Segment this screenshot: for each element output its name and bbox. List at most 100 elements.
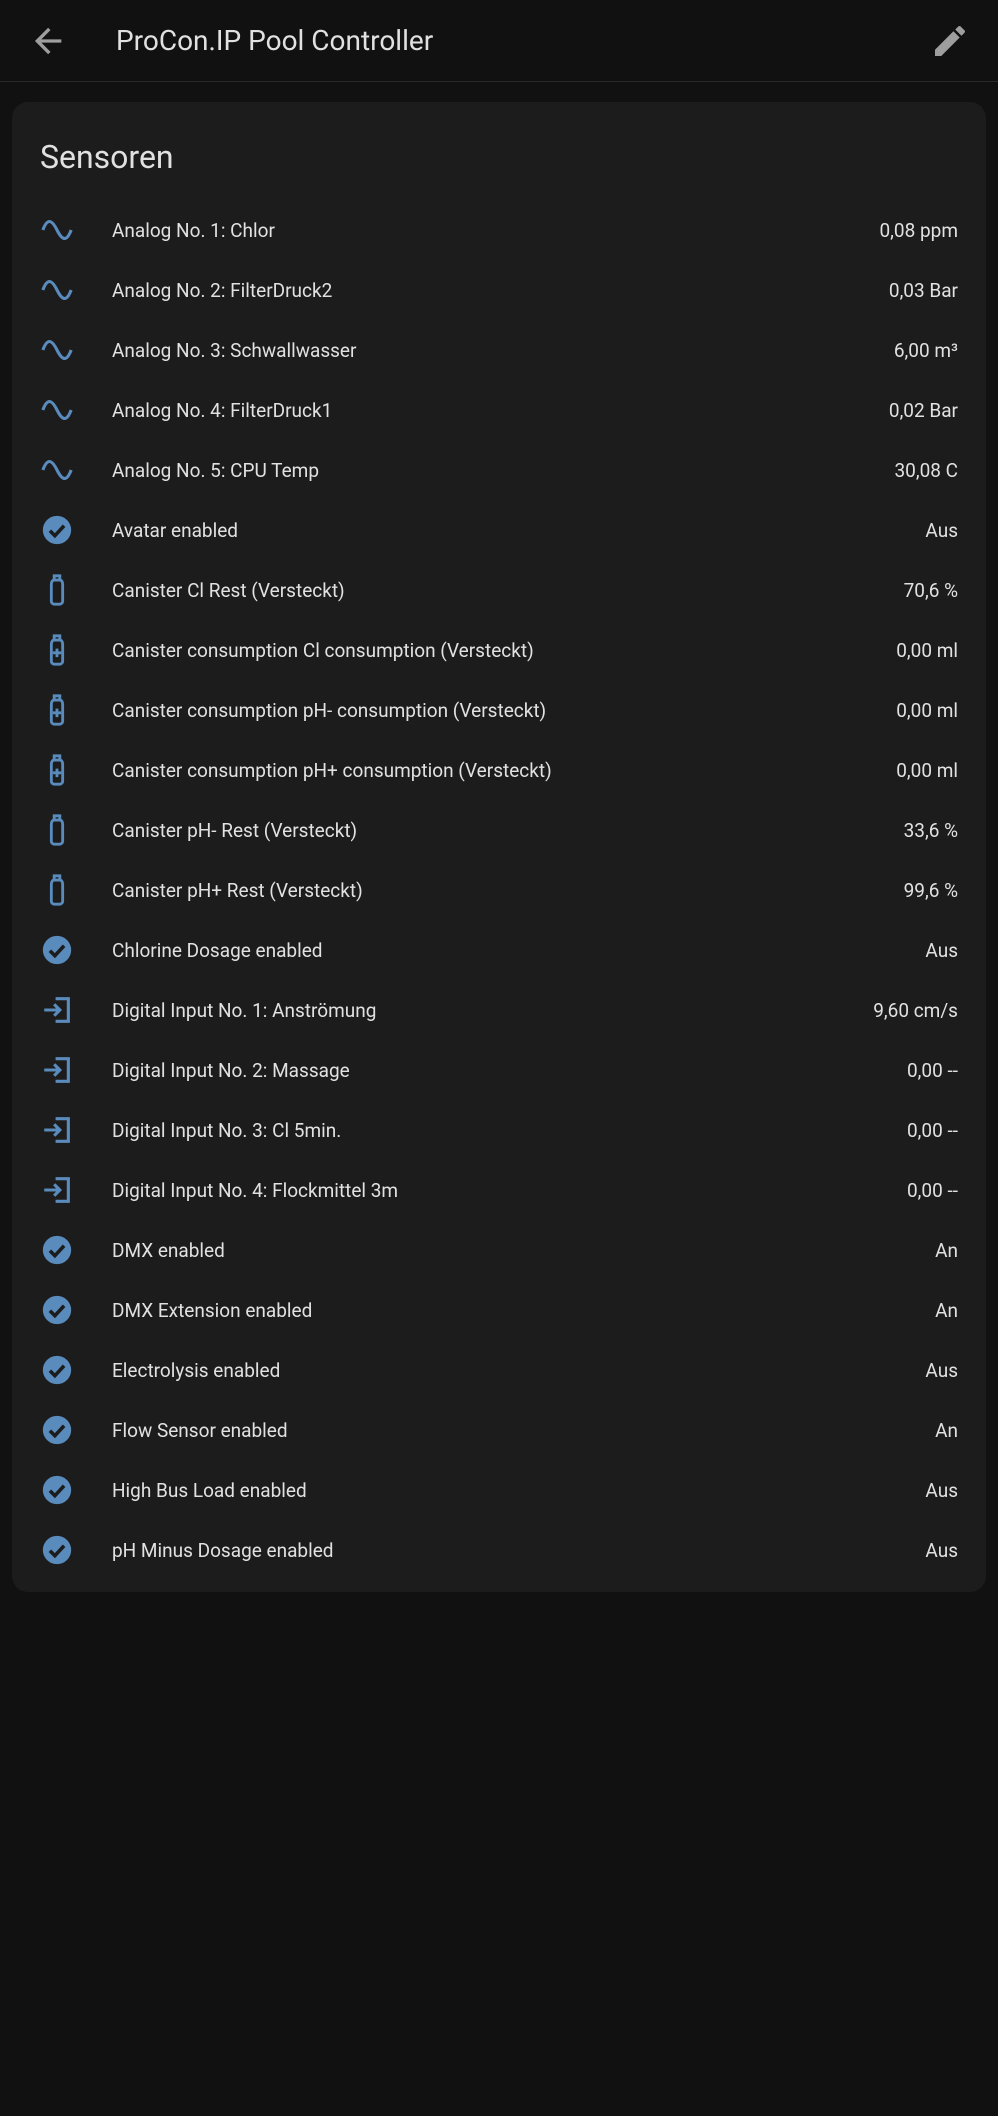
sensor-row[interactable]: Analog No. 2: FilterDruck2 0,03 Bar xyxy=(12,260,986,320)
card-title: Sensoren xyxy=(12,126,986,200)
bottle-icon xyxy=(40,573,74,607)
sensor-value: 9,60 cm/s xyxy=(873,999,958,1022)
sensor-value: 0,03 Bar xyxy=(889,279,958,302)
sensor-value: 0,00 ml xyxy=(896,639,958,662)
bottle-plus-icon xyxy=(40,693,74,727)
sensor-label: Canister consumption pH+ consumption (Ve… xyxy=(112,759,880,782)
sensor-label: Canister Cl Rest (Versteckt) xyxy=(112,579,888,602)
sine-icon xyxy=(40,273,74,307)
bottle-plus-icon xyxy=(40,753,74,787)
sensor-row[interactable]: Canister Cl Rest (Versteckt) 70,6 % xyxy=(12,560,986,620)
sensor-row[interactable]: High Bus Load enabled Aus xyxy=(12,1460,986,1520)
back-button[interactable] xyxy=(28,21,68,61)
sensor-value: 0,00 -- xyxy=(907,1119,958,1142)
sine-icon xyxy=(40,393,74,427)
input-icon xyxy=(40,1053,74,1087)
sensor-value: Aus xyxy=(925,519,958,542)
bottle-icon xyxy=(40,873,74,907)
sensor-row[interactable]: Flow Sensor enabled An xyxy=(12,1400,986,1460)
app-header: ProCon.IP Pool Controller xyxy=(0,0,998,82)
sensor-value: Aus xyxy=(925,1539,958,1562)
check-icon xyxy=(40,1233,74,1267)
sensor-row[interactable]: Analog No. 1: Chlor 0,08 ppm xyxy=(12,200,986,260)
sensor-label: High Bus Load enabled xyxy=(112,1479,909,1502)
sensor-value: 0,00 -- xyxy=(907,1179,958,1202)
sensor-value: 0,00 -- xyxy=(907,1059,958,1082)
sensor-label: Digital Input No. 4: Flockmittel 3m xyxy=(112,1179,891,1202)
page-title: ProCon.IP Pool Controller xyxy=(116,24,930,57)
sensor-row[interactable]: Canister consumption pH- consumption (Ve… xyxy=(12,680,986,740)
sensor-row[interactable]: Analog No. 3: Schwallwasser 6,00 m³ xyxy=(12,320,986,380)
check-icon xyxy=(40,513,74,547)
sensor-value: 30,08 C xyxy=(894,459,958,482)
sensor-value: Aus xyxy=(925,1479,958,1502)
sine-icon xyxy=(40,453,74,487)
sensor-row[interactable]: Analog No. 4: FilterDruck1 0,02 Bar xyxy=(12,380,986,440)
sensor-label: pH Minus Dosage enabled xyxy=(112,1539,909,1562)
sensor-label: Digital Input No. 2: Massage xyxy=(112,1059,891,1082)
check-icon xyxy=(40,933,74,967)
sensor-label: Analog No. 1: Chlor xyxy=(112,219,864,242)
edit-button[interactable] xyxy=(930,21,970,61)
sensor-value: 0,02 Bar xyxy=(889,399,958,422)
sensor-label: Flow Sensor enabled xyxy=(112,1419,919,1442)
sensor-row[interactable]: DMX enabled An xyxy=(12,1220,986,1280)
sensor-row[interactable]: Digital Input No. 2: Massage 0,00 -- xyxy=(12,1040,986,1100)
sensor-value: 0,08 ppm xyxy=(880,219,959,242)
sensor-label: Canister consumption Cl consumption (Ver… xyxy=(112,639,880,662)
bottle-icon xyxy=(40,813,74,847)
sensor-value: An xyxy=(935,1239,958,1262)
sensor-value: 0,00 ml xyxy=(896,699,958,722)
sensor-row[interactable]: Canister pH- Rest (Versteckt) 33,6 % xyxy=(12,800,986,860)
sensor-label: Analog No. 5: CPU Temp xyxy=(112,459,878,482)
pencil-icon xyxy=(930,21,970,61)
sensor-value: An xyxy=(935,1419,958,1442)
sensor-row[interactable]: Analog No. 5: CPU Temp 30,08 C xyxy=(12,440,986,500)
sensor-row[interactable]: Avatar enabled Aus xyxy=(12,500,986,560)
sensor-label: DMX Extension enabled xyxy=(112,1299,919,1322)
sensor-value: An xyxy=(935,1299,958,1322)
sensor-label: Chlorine Dosage enabled xyxy=(112,939,909,962)
sensor-row[interactable]: Canister pH+ Rest (Versteckt) 99,6 % xyxy=(12,860,986,920)
check-icon xyxy=(40,1353,74,1387)
sensor-row[interactable]: Digital Input No. 3: Cl 5min. 0,00 -- xyxy=(12,1100,986,1160)
sensor-row[interactable]: Canister consumption pH+ consumption (Ve… xyxy=(12,740,986,800)
sine-icon xyxy=(40,213,74,247)
input-icon xyxy=(40,1113,74,1147)
sensor-row[interactable]: Chlorine Dosage enabled Aus xyxy=(12,920,986,980)
bottle-plus-icon xyxy=(40,633,74,667)
arrow-left-icon xyxy=(28,21,68,61)
sensor-label: Digital Input No. 1: Anströmung xyxy=(112,999,857,1022)
sensor-row[interactable]: pH Minus Dosage enabled Aus xyxy=(12,1520,986,1580)
sensors-card: Sensoren Analog No. 1: Chlor0,08 ppmAnal… xyxy=(12,102,986,1592)
sensor-row[interactable]: Electrolysis enabled Aus xyxy=(12,1340,986,1400)
check-icon xyxy=(40,1533,74,1567)
sensor-value: Aus xyxy=(925,1359,958,1382)
sensor-label: Canister consumption pH- consumption (Ve… xyxy=(112,699,880,722)
sensor-value: 6,00 m³ xyxy=(894,339,958,362)
sensor-value: 33,6 % xyxy=(904,819,958,842)
sensor-label: Analog No. 3: Schwallwasser xyxy=(112,339,878,362)
sensor-label: DMX enabled xyxy=(112,1239,919,1262)
sensor-row[interactable]: Canister consumption Cl consumption (Ver… xyxy=(12,620,986,680)
sensor-row[interactable]: Digital Input No. 4: Flockmittel 3m 0,00 … xyxy=(12,1160,986,1220)
sensor-row[interactable]: DMX Extension enabled An xyxy=(12,1280,986,1340)
sensor-label: Canister pH+ Rest (Versteckt) xyxy=(112,879,888,902)
sensor-label: Analog No. 2: FilterDruck2 xyxy=(112,279,873,302)
check-icon xyxy=(40,1413,74,1447)
check-icon xyxy=(40,1293,74,1327)
sensor-value: 70,6 % xyxy=(904,579,958,602)
sensor-value: Aus xyxy=(925,939,958,962)
sensor-value: 0,00 ml xyxy=(896,759,958,782)
sensor-label: Digital Input No. 3: Cl 5min. xyxy=(112,1119,891,1142)
sensor-value: 99,6 % xyxy=(904,879,958,902)
sine-icon xyxy=(40,333,74,367)
sensor-label: Avatar enabled xyxy=(112,519,909,542)
input-icon xyxy=(40,1173,74,1207)
sensor-label: Canister pH- Rest (Versteckt) xyxy=(112,819,888,842)
sensor-row[interactable]: Digital Input No. 1: Anströmung 9,60 cm/s xyxy=(12,980,986,1040)
sensor-label: Electrolysis enabled xyxy=(112,1359,909,1382)
input-icon xyxy=(40,993,74,1027)
check-icon xyxy=(40,1473,74,1507)
sensor-label: Analog No. 4: FilterDruck1 xyxy=(112,399,873,422)
